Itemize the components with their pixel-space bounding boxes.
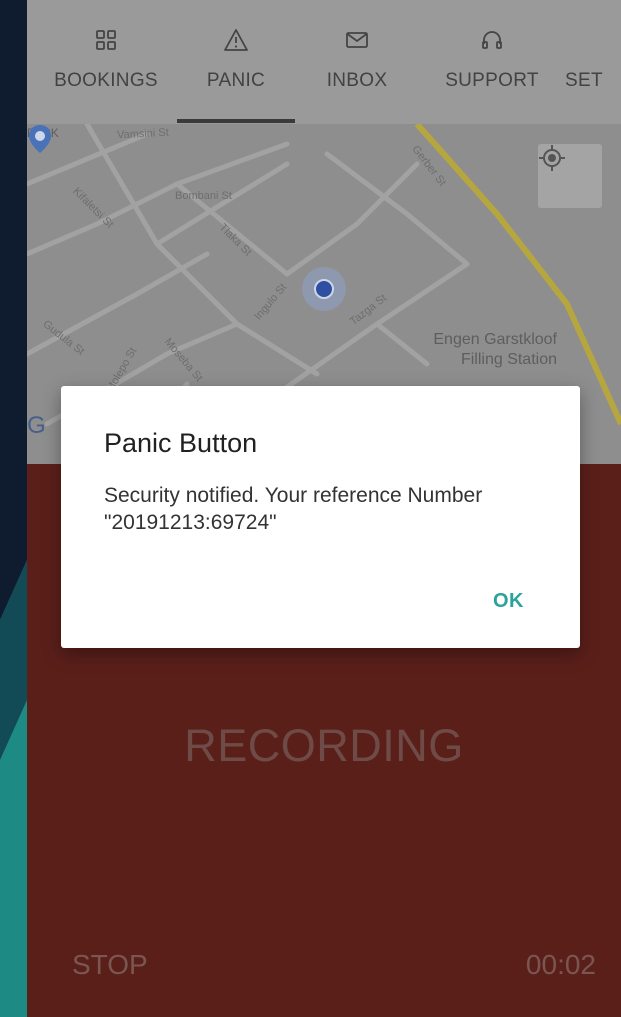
tab-bar: BOOKINGS PANIC INBOX SUPPORT SET <box>27 0 621 124</box>
panic-dialog: Panic Button Security notified. Your ref… <box>61 386 580 648</box>
tab-support[interactable]: SUPPORT <box>427 0 557 124</box>
headphones-icon <box>478 26 506 54</box>
settings-icon <box>565 26 593 54</box>
tab-label: BOOKINGS <box>54 70 158 91</box>
map-pin-icon[interactable] <box>27 124 53 154</box>
mail-icon <box>343 26 371 54</box>
recording-timer: 00:02 <box>525 949 596 980</box>
ok-button[interactable]: OK <box>493 590 524 613</box>
tab-label: SUPPORT <box>445 70 539 91</box>
stop-button[interactable]: STOP <box>72 949 148 981</box>
tab-inbox[interactable]: INBOX <box>307 0 407 124</box>
recording-status: RECORDING <box>184 720 464 771</box>
grid-icon <box>92 26 120 54</box>
tab-label: SET <box>565 70 603 91</box>
poi-label[interactable]: Engen Garstkloof Filling Station <box>392 330 557 370</box>
tab-panic[interactable]: PANIC <box>177 0 295 124</box>
tab-settings[interactable]: SET <box>565 0 621 124</box>
tab-bookings[interactable]: BOOKINGS <box>41 0 171 124</box>
google-logo: G <box>27 412 46 439</box>
dialog-message: Security notified. Your reference Number… <box>104 484 483 534</box>
crosshair-icon <box>539 145 565 171</box>
warning-triangle-icon <box>222 26 250 54</box>
tab-label: INBOX <box>326 70 388 91</box>
my-location-button[interactable] <box>538 144 602 208</box>
dialog-title: Panic Button <box>104 428 258 458</box>
tab-label: PANIC <box>206 70 266 91</box>
active-tab-indicator <box>177 119 295 123</box>
current-location-marker <box>302 267 346 311</box>
street-label: Bombani St <box>175 190 232 202</box>
